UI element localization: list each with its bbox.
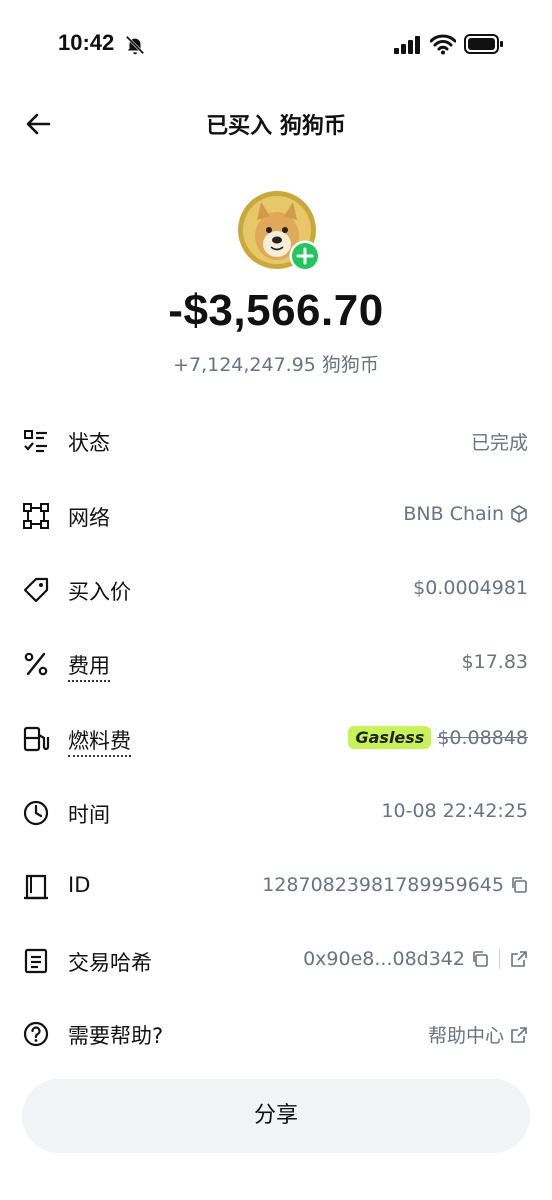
list-check-icon	[24, 430, 47, 453]
wifi-icon	[430, 34, 456, 55]
percent-icon	[24, 652, 48, 676]
coin-quantity: +7,124,247.95 狗狗币	[173, 354, 379, 376]
hash-label: 交易哈希	[68, 951, 152, 975]
hash-value: 0x90e8...08d342	[303, 948, 528, 970]
gas-value: Gasless $0.08848	[348, 726, 528, 749]
bnb-cube-icon	[511, 505, 527, 523]
copy-icon[interactable]	[510, 876, 528, 894]
page-title: 已买入 狗狗币	[206, 114, 346, 139]
gas-original-fee: $0.08848	[437, 726, 528, 749]
help-center-link[interactable]: 帮助中心	[428, 1021, 528, 1048]
price-row: 买入价 $0.0004981	[0, 566, 552, 614]
network-label: 网络	[68, 506, 110, 530]
share-button[interactable]: 分享	[22, 1079, 530, 1153]
network-row: 网络 BNB Chain	[0, 492, 552, 540]
cellular-signal-icon	[394, 36, 420, 54]
price-value: $0.0004981	[413, 577, 528, 599]
bell-mute-icon	[125, 35, 145, 55]
external-link-icon[interactable]	[510, 1026, 528, 1044]
help-row: 需要帮助? 帮助中心	[0, 1010, 552, 1058]
fee-label[interactable]: 费用	[68, 650, 110, 682]
price-label: 买入价	[68, 580, 131, 604]
fuel-pump-icon	[23, 726, 50, 752]
fee-row: 费用 $17.83	[0, 640, 552, 688]
transaction-amount: -$3,566.70	[168, 286, 384, 335]
status-bar: 10:42	[0, 0, 552, 88]
battery-icon	[464, 34, 503, 54]
help-center-text[interactable]: 帮助中心	[428, 1021, 504, 1048]
status-row: 状态 已完成	[0, 417, 552, 465]
time-value: 10-08 22:42:25	[381, 800, 528, 822]
value-divider	[499, 949, 500, 969]
price-text: $0.0004981	[413, 577, 528, 599]
id-text: 12870823981789959645	[262, 874, 504, 896]
document-icon	[24, 948, 48, 974]
gas-label-text[interactable]: 燃料费	[68, 729, 131, 757]
network-text: BNB Chain	[403, 503, 504, 525]
status-time: 10:42	[58, 30, 115, 55]
price-tag-icon	[23, 577, 49, 603]
network-frame-icon	[23, 503, 49, 529]
fee-label-text[interactable]: 费用	[68, 654, 110, 682]
status-value: 已完成	[471, 428, 528, 455]
gas-row: 燃料费 Gasless $0.08848	[0, 715, 552, 763]
fee-value: $17.83	[462, 651, 528, 673]
external-link-icon[interactable]	[510, 950, 528, 968]
id-value: 12870823981789959645	[262, 874, 528, 896]
id-row: ID 12870823981789959645	[0, 863, 552, 911]
transaction-detail-screen: 10:42 已买入 狗狗币 -$3,566.70 +7,124,247.95 狗…	[0, 0, 552, 1200]
time-text: 10-08 22:42:25	[381, 800, 528, 822]
gas-label[interactable]: 燃料费	[68, 725, 131, 757]
clock-icon	[23, 800, 49, 826]
network-value: BNB Chain	[403, 503, 528, 525]
copy-icon[interactable]	[471, 950, 489, 968]
status-label: 状态	[68, 431, 110, 455]
id-label: ID	[68, 873, 91, 897]
time-label: 时间	[68, 803, 110, 827]
receipt-icon	[24, 874, 48, 900]
fee-text: $17.83	[461, 651, 528, 673]
status-text: 已完成	[470, 432, 528, 454]
gasless-badge: Gasless	[348, 726, 432, 749]
hash-row: 交易哈希 0x90e8...08d342	[0, 937, 552, 985]
question-circle-icon	[23, 1021, 49, 1047]
header: 已买入 狗狗币	[0, 92, 552, 156]
help-label: 需要帮助?	[68, 1024, 164, 1048]
hash-text: 0x90e8...08d342	[303, 948, 465, 970]
plus-circle-icon	[289, 240, 321, 272]
time-row: 时间 10-08 22:42:25	[0, 789, 552, 837]
